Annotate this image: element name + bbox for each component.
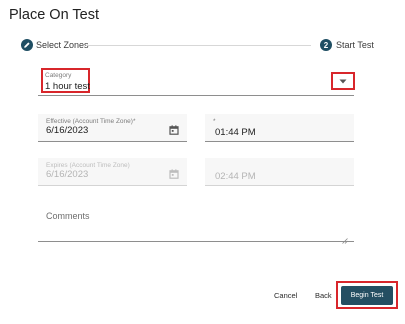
expires-label: Expires (Account Time Zone) xyxy=(46,162,130,169)
effective-date-value: 6/16/2023 xyxy=(46,125,89,136)
step1-label: Select Zones xyxy=(36,40,89,50)
effective-label: Effective (Account Time Zone)* xyxy=(46,118,136,125)
expires-time-underline xyxy=(205,185,354,186)
step2-label: Start Test xyxy=(336,40,374,50)
cancel-button[interactable]: Cancel xyxy=(274,291,297,300)
resize-handle-icon[interactable] xyxy=(342,231,348,249)
effective-time-label: * xyxy=(213,118,216,125)
comments-placeholder: Comments xyxy=(46,211,90,221)
chevron-down-icon xyxy=(339,79,347,83)
category-value: 1 hour test xyxy=(45,81,90,92)
category-label: Category xyxy=(45,72,72,79)
category-select[interactable]: Category 1 hour test xyxy=(38,68,355,96)
expires-time-value: 02:44 PM xyxy=(215,171,256,182)
step2-number: 2 xyxy=(320,39,332,51)
effective-time-field[interactable]: * 01:44 PM xyxy=(205,114,354,142)
begin-test-button[interactable]: Begin Test xyxy=(341,286,393,305)
effective-date-field[interactable]: Effective (Account Time Zone)* 6/16/2023 xyxy=(38,114,187,142)
expires-time-field: 02:44 PM xyxy=(205,158,354,186)
expires-date-underline xyxy=(38,185,187,186)
effective-time-underline xyxy=(205,141,354,142)
calendar-icon[interactable] xyxy=(169,122,179,140)
comments-underline xyxy=(38,241,354,242)
back-button[interactable]: Back xyxy=(315,291,332,300)
effective-time-value: 01:44 PM xyxy=(215,127,256,138)
expires-date-value: 6/16/2023 xyxy=(46,169,89,180)
step1-edit-icon xyxy=(21,39,33,51)
expires-date-field: Expires (Account Time Zone) 6/16/2023 xyxy=(38,158,187,186)
category-underline xyxy=(38,95,354,96)
calendar-icon xyxy=(169,166,179,184)
category-dropdown-button[interactable] xyxy=(331,72,355,90)
stepper-connector xyxy=(86,45,311,46)
comments-textarea[interactable]: Comments xyxy=(38,203,354,244)
dialog-title: Place On Test xyxy=(9,7,100,23)
effective-date-underline xyxy=(38,141,187,142)
